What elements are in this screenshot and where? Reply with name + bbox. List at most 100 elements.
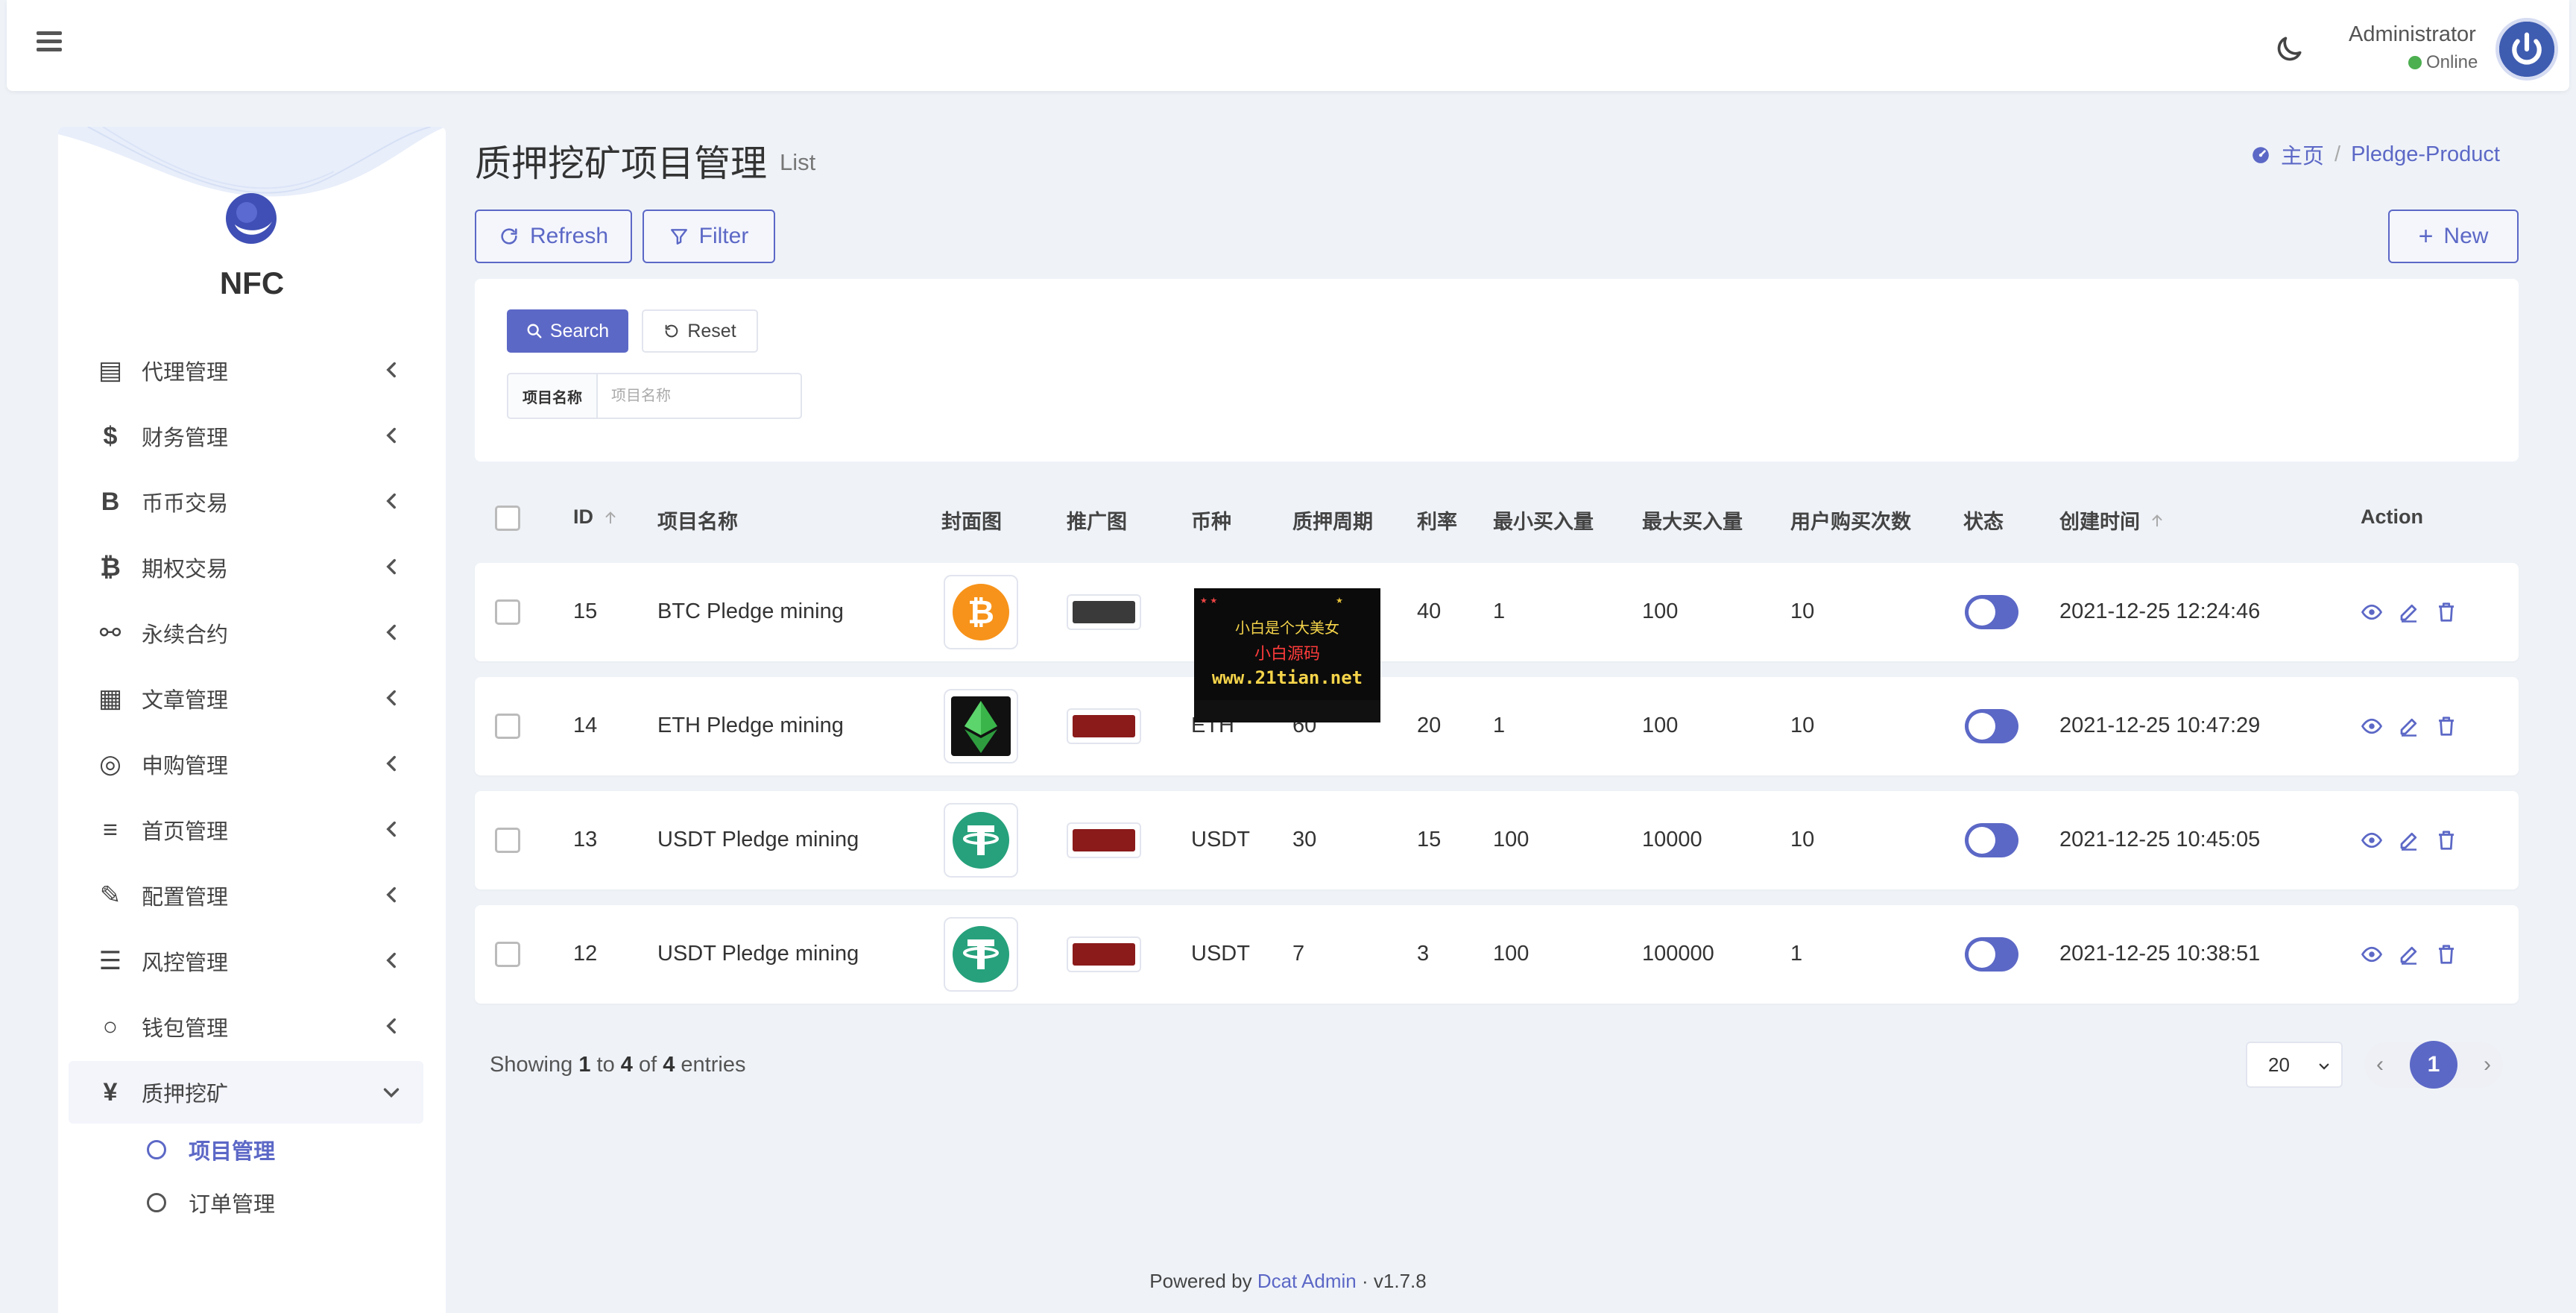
select-all-checkbox[interactable]: [495, 506, 520, 531]
chevron-left-icon: [386, 558, 396, 575]
sidebar-item-2[interactable]: B 币币交易: [69, 470, 423, 533]
sort-arrow-icon[interactable]: [2149, 512, 2165, 529]
edit-pencil-icon[interactable]: [2398, 943, 2420, 966]
view-eye-icon[interactable]: [2361, 943, 2383, 966]
cell-min: 1: [1493, 599, 1506, 623]
edit-pencil-icon[interactable]: [2398, 829, 2420, 851]
row-checkbox[interactable]: [495, 828, 520, 853]
usdt-logo-icon[interactable]: [944, 917, 1018, 992]
delete-trash-icon[interactable]: [2435, 829, 2457, 851]
svg-text:₿: ₿: [967, 593, 994, 632]
breadcrumb-home[interactable]: 主页: [2281, 139, 2324, 170]
column-header-id[interactable]: ID: [573, 506, 619, 529]
breadcrumb-current[interactable]: Pledge-Product: [2351, 142, 2500, 167]
dark-mode-moon-icon[interactable]: [2273, 33, 2305, 66]
sidebar-item-7[interactable]: ≡ 首页管理: [69, 799, 423, 861]
sidebar-subitem-0[interactable]: 项目管理: [147, 1127, 275, 1172]
cell-rate: 3: [1417, 942, 1430, 966]
page-size-select[interactable]: 20: [2246, 1042, 2343, 1088]
sidebar-item-9[interactable]: ☰ 风控管理: [69, 930, 423, 992]
refresh-button[interactable]: Refresh: [475, 210, 632, 263]
promo-banner-image[interactable]: [1067, 594, 1141, 630]
delete-trash-icon[interactable]: [2435, 601, 2457, 623]
column-header-period: 质押周期: [1292, 506, 1373, 535]
cell-max: 10000: [1642, 828, 1702, 851]
cell-rate: 40: [1417, 599, 1442, 623]
view-eye-icon[interactable]: [2361, 829, 2383, 851]
avatar[interactable]: [2496, 18, 2558, 81]
search-button[interactable]: Search: [507, 309, 628, 353]
top-navbar: Administrator Online: [7, 0, 2569, 91]
cell-id: 15: [573, 599, 598, 623]
column-header-status: 状态: [1963, 506, 2004, 535]
sidebar-item-8[interactable]: ✎ 配置管理: [69, 864, 423, 927]
filter-button[interactable]: Filter: [643, 210, 775, 263]
sidebar-item-3[interactable]: ₿ 期权交易: [69, 536, 423, 599]
powered-by-text: Powered by: [1149, 1270, 1252, 1292]
column-header-label: 用户购买次数: [1790, 511, 1911, 533]
cell-id: 12: [573, 942, 598, 966]
showing-prefix: Showing: [490, 1053, 573, 1077]
sidebar-item-1[interactable]: $ 财务管理: [69, 405, 423, 467]
status-toggle[interactable]: [1965, 709, 2018, 743]
sidebar-item-6[interactable]: ◎ 申购管理: [69, 733, 423, 796]
user-name[interactable]: Administrator: [2349, 22, 2476, 47]
cell-id: 14: [573, 714, 598, 737]
dcat-admin-link[interactable]: Dcat Admin: [1257, 1270, 1357, 1292]
btc-logo-icon[interactable]: ₿: [944, 575, 1018, 649]
pagination: ‹ 1 ›: [2364, 1041, 2503, 1089]
view-eye-icon[interactable]: [2361, 601, 2383, 623]
column-header-min: 最小买入量: [1493, 506, 1594, 535]
status-toggle[interactable]: [1965, 823, 2018, 857]
page-button-current[interactable]: 1: [2410, 1041, 2457, 1089]
reset-label: Reset: [687, 320, 736, 341]
column-header-rate: 利率: [1417, 506, 1457, 535]
showing-total: 4: [663, 1053, 675, 1077]
row-checkbox[interactable]: [495, 599, 520, 625]
promo-banner-image[interactable]: [1067, 708, 1141, 744]
usdt-logo-icon[interactable]: [944, 803, 1018, 878]
column-header-label: 封面图: [941, 511, 1002, 533]
promo-banner-image[interactable]: [1067, 936, 1141, 972]
bitcoin-b-icon: B: [101, 487, 120, 516]
cell-max: 100000: [1642, 942, 1714, 966]
sort-arrow-icon[interactable]: [602, 509, 619, 526]
wrench-icon: ✎: [99, 881, 121, 910]
row-checkbox[interactable]: [495, 714, 520, 739]
delete-trash-icon[interactable]: [2435, 715, 2457, 737]
sidebar-item-11[interactable]: ¥ 质押挖矿: [69, 1061, 423, 1124]
column-header-label: 项目名称: [657, 511, 738, 533]
menu-toggle-icon[interactable]: [37, 31, 62, 54]
link-icon: ⚯: [99, 619, 121, 647]
status-toggle[interactable]: [1965, 937, 2018, 972]
cell-min: 100: [1493, 828, 1530, 851]
eth-logo-icon[interactable]: [944, 689, 1018, 763]
next-page-button[interactable]: ›: [2484, 1052, 2491, 1077]
svg-text:★: ★: [1336, 596, 1343, 605]
delete-trash-icon[interactable]: [2435, 943, 2457, 966]
reset-button[interactable]: Reset: [642, 309, 758, 353]
status-toggle[interactable]: [1965, 595, 2018, 629]
overlay-line3: www.21tian.net: [1212, 667, 1363, 688]
sidebar-subitem-1[interactable]: 订单管理: [147, 1180, 275, 1225]
sidebar-item-0[interactable]: ▤ 代理管理: [69, 339, 423, 402]
sidebar-item-5[interactable]: ▦ 文章管理: [69, 667, 423, 730]
column-header-label: ID: [573, 506, 593, 528]
view-eye-icon[interactable]: [2361, 715, 2383, 737]
sidebar-item-4[interactable]: ⚯ 永续合约: [69, 602, 423, 664]
column-header-created[interactable]: 创建时间: [2059, 506, 2165, 535]
filter-panel: [475, 279, 2519, 462]
row-checkbox[interactable]: [495, 942, 520, 967]
column-header-label: 状态: [1963, 511, 2004, 533]
prev-page-button[interactable]: ‹: [2376, 1052, 2384, 1077]
version-text: v1.7.8: [1373, 1270, 1427, 1292]
nfc-logo-icon: [226, 193, 277, 244]
edit-pencil-icon[interactable]: [2398, 715, 2420, 737]
edit-pencil-icon[interactable]: [2398, 601, 2420, 623]
new-button[interactable]: + New: [2388, 210, 2519, 263]
sidebar-item-10[interactable]: ○ 钱包管理: [69, 995, 423, 1058]
project-name-input[interactable]: [596, 373, 802, 419]
chevron-down-icon: [383, 1088, 400, 1098]
promo-banner-image[interactable]: [1067, 822, 1141, 858]
cell-coin: USDT: [1191, 942, 1250, 966]
